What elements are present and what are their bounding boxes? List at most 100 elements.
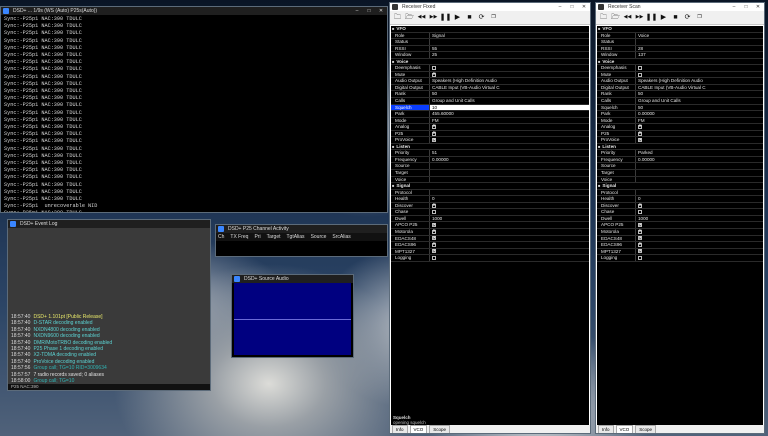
property-value[interactable] <box>635 209 763 215</box>
property-checkbox[interactable] <box>432 131 436 136</box>
column-header[interactable]: TgtAlias <box>287 234 305 240</box>
property-value[interactable] <box>635 222 763 228</box>
property-checkbox[interactable] <box>432 203 436 208</box>
sync-icon[interactable]: ⟳ <box>682 12 693 23</box>
column-header[interactable]: SrcAlias <box>332 234 350 240</box>
property-value[interactable]: 50 <box>429 91 589 98</box>
close-icon[interactable]: ✕ <box>752 3 764 11</box>
tab-info[interactable]: Info <box>598 425 614 433</box>
property-checkbox[interactable] <box>638 124 642 130</box>
open-icon[interactable]: 🗁 <box>404 12 415 23</box>
property-value[interactable]: 28 <box>635 45 763 52</box>
property-value[interactable]: Voice <box>635 32 763 39</box>
fast-forward-icon[interactable]: ▶▶ <box>634 12 645 23</box>
property-checkbox[interactable] <box>432 210 436 215</box>
property-value[interactable] <box>429 222 589 228</box>
pause-icon[interactable]: ❚❚ <box>440 12 452 23</box>
property-checkbox[interactable] <box>432 255 436 260</box>
property-value[interactable] <box>429 209 589 215</box>
property-value[interactable] <box>635 202 763 209</box>
property-value[interactable] <box>635 65 763 71</box>
property-value[interactable]: 50 <box>635 104 763 111</box>
property-row[interactable]: Logging <box>597 255 763 262</box>
property-value[interactable]: Parked <box>635 150 763 156</box>
property-checkbox[interactable] <box>638 249 642 254</box>
channel-activity-titlebar[interactable]: DSD+ P25 Channel Activity <box>216 225 387 233</box>
open-icon[interactable]: 🗁 <box>610 12 621 23</box>
property-value[interactable]: 0.00000 <box>635 111 763 117</box>
console-titlebar[interactable]: DSD+ ... 1/9s (WS (Auto) P25s(Auto)) – □ ✕ <box>1 7 387 15</box>
sync-icon[interactable]: ⟳ <box>476 12 487 23</box>
property-checkbox[interactable] <box>638 255 642 260</box>
property-value[interactable] <box>635 71 763 78</box>
property-value[interactable]: 51 <box>429 150 589 156</box>
property-value[interactable]: 137 <box>635 52 763 58</box>
column-header[interactable]: Ch <box>218 234 224 240</box>
property-checkbox[interactable] <box>638 242 642 248</box>
property-checkbox[interactable] <box>432 137 436 143</box>
property-value[interactable] <box>635 235 763 242</box>
property-value[interactable] <box>429 248 589 255</box>
property-value[interactable] <box>635 242 763 248</box>
property-value[interactable]: Group and Unit Calls <box>429 98 589 104</box>
property-value[interactable] <box>429 130 589 137</box>
property-value[interactable] <box>429 163 589 170</box>
close-icon[interactable]: ✕ <box>375 7 387 15</box>
property-checkbox[interactable] <box>432 242 436 248</box>
column-header[interactable]: Source <box>311 234 327 240</box>
property-checkbox[interactable] <box>638 131 642 136</box>
source-audio-window[interactable]: DSD+ Source Audio <box>231 274 354 358</box>
property-value[interactable]: FM <box>429 117 589 124</box>
console-window[interactable]: DSD+ ... 1/9s (WS (Auto) P25s(Auto)) – □ ✕… <box>0 6 388 213</box>
event-log-titlebar[interactable]: DSD+ Event Log <box>8 220 210 228</box>
property-value[interactable] <box>635 255 763 261</box>
property-value[interactable]: 0.00000 <box>635 156 763 163</box>
pause-icon[interactable]: ❚❚ <box>646 12 658 23</box>
property-checkbox[interactable] <box>638 72 642 77</box>
property-value[interactable]: 10 <box>429 104 589 111</box>
property-checkbox[interactable] <box>638 66 642 71</box>
property-value[interactable]: CABLE Input (VB-Audio Virtual C <box>429 84 589 91</box>
property-value[interactable] <box>635 176 763 183</box>
play-icon[interactable]: ▶ <box>658 12 669 23</box>
tab-info[interactable]: Info <box>392 425 408 433</box>
property-checkbox[interactable] <box>638 222 642 228</box>
property-checkbox[interactable] <box>638 229 642 235</box>
property-value[interactable]: Speakers (High Definition Audio <box>635 78 763 84</box>
property-value[interactable] <box>429 176 589 183</box>
property-value[interactable]: 55 <box>429 45 589 52</box>
property-value[interactable] <box>429 228 589 235</box>
property-value[interactable]: 1000 <box>429 215 589 222</box>
rewind-icon[interactable]: ◀◀ <box>622 12 633 23</box>
property-value[interactable]: 0 <box>635 196 763 202</box>
close-icon[interactable]: ✕ <box>578 3 590 11</box>
property-value[interactable] <box>635 39 763 45</box>
property-value[interactable] <box>635 248 763 255</box>
property-value[interactable]: 25 <box>429 52 589 58</box>
maximize-icon[interactable]: □ <box>740 3 752 11</box>
tab-scope[interactable]: Scope <box>429 425 451 433</box>
source-audio-titlebar[interactable]: DSD+ Source Audio <box>232 275 353 283</box>
property-checkbox[interactable] <box>432 124 436 130</box>
property-value[interactable] <box>635 189 763 196</box>
window-icon[interactable]: ❐ <box>694 12 705 23</box>
minimize-icon[interactable]: – <box>728 3 740 11</box>
property-checkbox[interactable] <box>432 222 436 228</box>
property-value[interactable] <box>429 65 589 71</box>
column-header[interactable]: Pri <box>254 234 260 240</box>
property-value[interactable] <box>429 242 589 248</box>
minimize-icon[interactable]: – <box>351 7 363 15</box>
property-checkbox[interactable] <box>638 203 642 208</box>
fast-forward-icon[interactable]: ▶▶ <box>428 12 439 23</box>
maximize-icon[interactable]: □ <box>363 7 375 15</box>
column-header[interactable]: Target <box>267 234 281 240</box>
play-icon[interactable]: ▶ <box>452 12 463 23</box>
property-value[interactable] <box>429 202 589 209</box>
tab-scope[interactable]: Scope <box>635 425 657 433</box>
minimize-icon[interactable]: – <box>554 3 566 11</box>
stop-icon[interactable]: ■ <box>464 12 475 23</box>
property-value[interactable]: 0 <box>429 196 589 202</box>
property-value[interactable]: CABLE Input (VB-Audio Virtual C <box>635 84 763 91</box>
receiver-fixed-window[interactable]: Receiver Fixed –□✕ 🗀🗁◀◀▶▶❚❚▶■⟳❐ VFORoleS… <box>389 2 591 434</box>
property-value[interactable] <box>635 124 763 130</box>
